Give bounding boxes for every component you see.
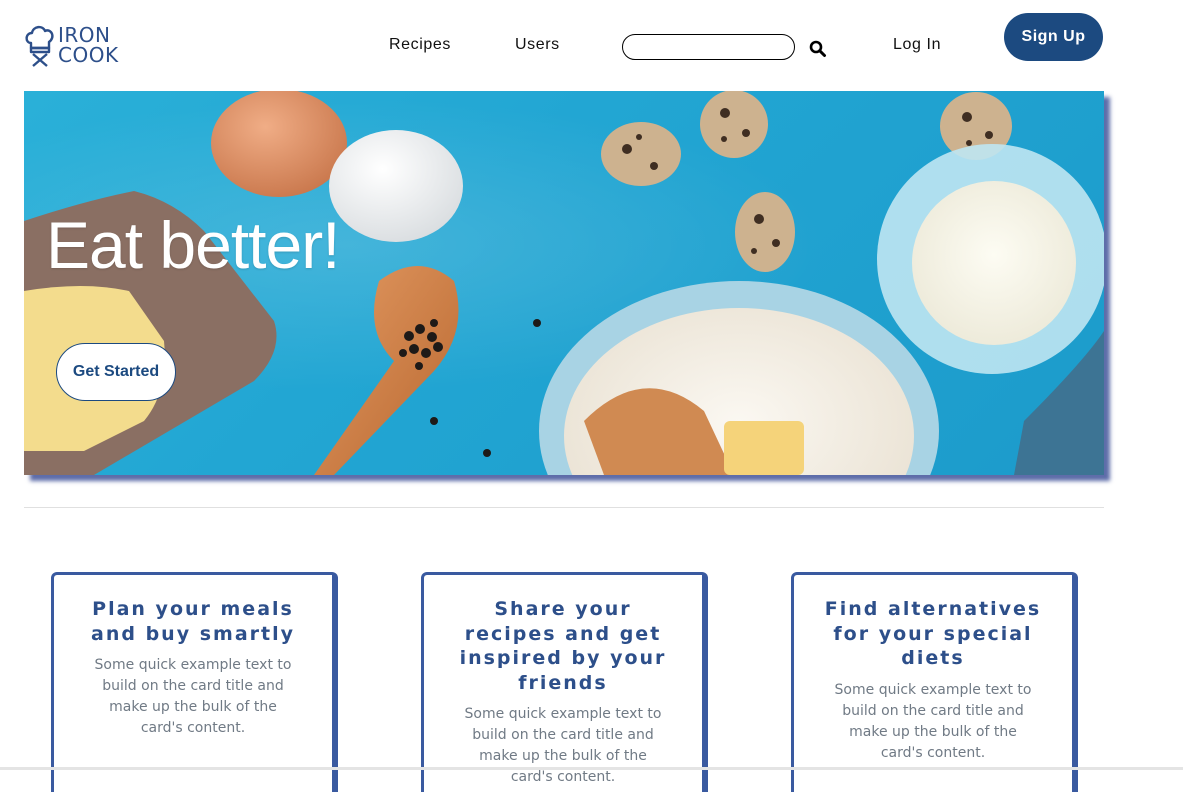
hero-banner: Eat better! Get Started (24, 91, 1104, 475)
card-text: Some quick example text to build on the … (94, 657, 292, 736)
nav-link-recipes[interactable]: Recipes (389, 36, 451, 54)
card-title: Find alternatives for your special diets (824, 598, 1042, 669)
signup-button[interactable]: Sign Up (1004, 13, 1103, 61)
get-started-button[interactable]: Get Started (56, 343, 176, 401)
search-icon[interactable] (809, 40, 827, 58)
brand-line1: IRON (58, 23, 111, 47)
nav-link-users[interactable]: Users (515, 36, 560, 54)
hero-headline: Eat better! (46, 208, 341, 282)
brand-wordmark: IRON COOK (58, 25, 119, 65)
section-divider (24, 507, 1104, 508)
card-text: Some quick example text to build on the … (464, 706, 662, 785)
card-title: Plan your meals and buy smartly (91, 598, 295, 645)
feature-card-plan-meals: Plan your meals and buy smartly Some qui… (51, 572, 338, 792)
brand-line2: COOK (58, 43, 119, 67)
feature-card-share-recipes: Share your recipes and get inspired by y… (421, 572, 708, 792)
feature-card-special-diets: Find alternatives for your special diets… (791, 572, 1078, 792)
brand-logo[interactable]: IRON COOK (24, 22, 119, 68)
chef-hat-icon (25, 25, 54, 67)
card-title: Share your recipes and get inspired by y… (459, 598, 667, 694)
login-link[interactable]: Log In (893, 36, 941, 54)
hero-food-image (24, 91, 1104, 475)
search-input[interactable] (622, 34, 795, 60)
card-text: Some quick example text to build on the … (834, 681, 1032, 761)
